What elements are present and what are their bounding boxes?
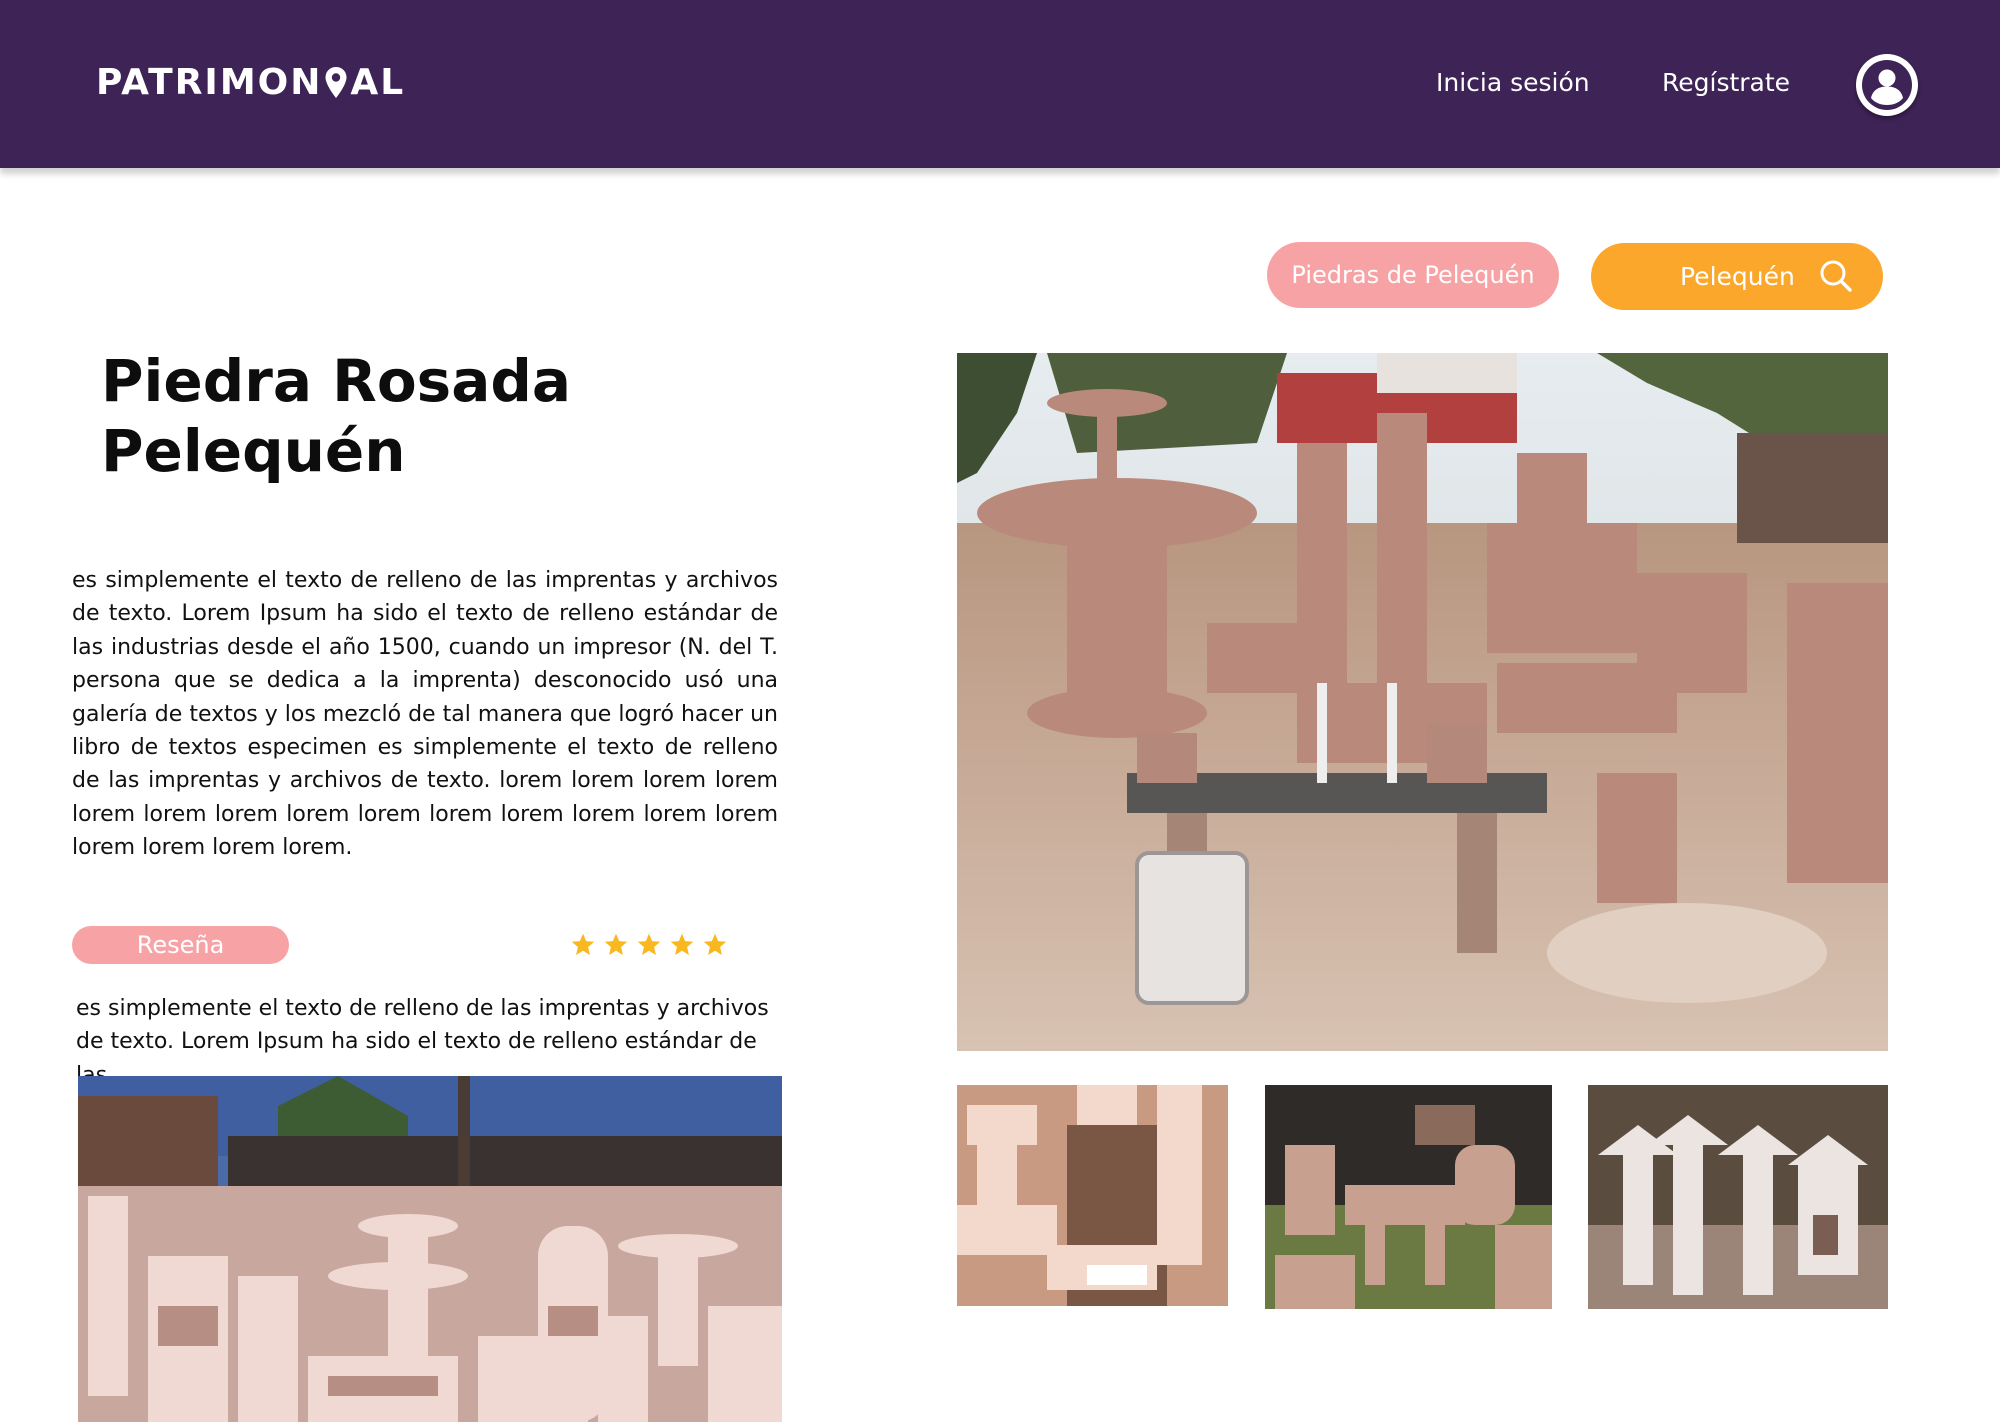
secondary-photo-stone-workshop[interactable] (78, 1076, 782, 1422)
user-avatar-icon (1862, 60, 1912, 110)
logo-text-start: PATRIMON (96, 62, 323, 103)
site-logo[interactable]: PATRIMON AL (96, 62, 405, 103)
place-description: es simplemente el texto de relleno de la… (72, 568, 778, 861)
location-pin-icon (324, 66, 348, 100)
thumbnail-photo-1[interactable] (957, 1085, 1228, 1306)
login-link[interactable]: Inicia sesión (1436, 68, 1590, 97)
star-icon[interactable] (702, 932, 728, 958)
register-link[interactable]: Regístrate (1662, 68, 1790, 97)
star-icon[interactable] (636, 932, 662, 958)
logo-text-end: AL (350, 62, 406, 103)
star-icon[interactable] (570, 932, 596, 958)
review-label-badge[interactable]: Reseña (72, 926, 289, 964)
search-icon[interactable] (1817, 257, 1855, 295)
page-title: Piedra Rosada Pelequén (101, 347, 572, 485)
star-icon[interactable] (669, 932, 695, 958)
place-tag-button[interactable]: Piedras de Pelequén (1267, 242, 1559, 308)
search-bar[interactable] (1591, 243, 1883, 310)
search-input[interactable] (1680, 262, 1830, 291)
top-navbar: PATRIMON AL Inicia sesión Regístrate (0, 0, 2000, 168)
star-rating[interactable] (570, 932, 728, 958)
star-icon[interactable] (603, 932, 629, 958)
user-avatar-button[interactable] (1856, 54, 1918, 116)
thumbnail-photo-2[interactable] (1265, 1085, 1552, 1309)
thumbnail-photo-3[interactable] (1588, 1085, 1888, 1309)
main-photo-stone-crafts[interactable] (957, 353, 1888, 1051)
